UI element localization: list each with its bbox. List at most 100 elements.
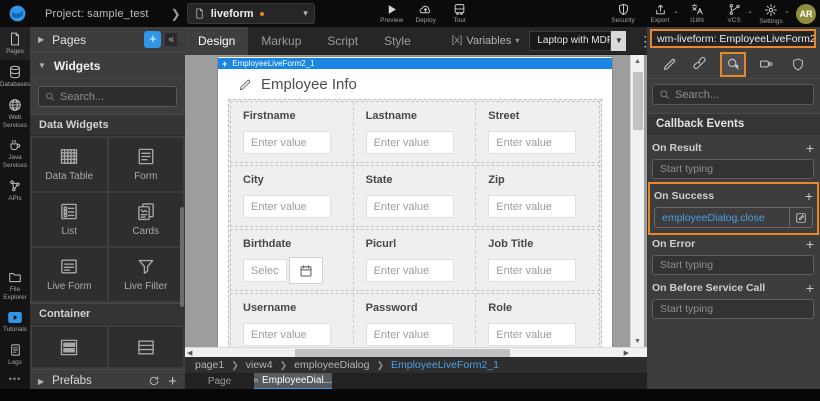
page-selector-dropdown[interactable]: liveform ▾ — [187, 3, 315, 24]
security-button[interactable]: Security — [608, 3, 638, 24]
breadcrumb-page1[interactable]: page1 — [195, 359, 224, 371]
scroll-down-arrow[interactable]: ▼ — [631, 335, 644, 347]
pages-section-row[interactable]: ▶ Pages + « — [30, 27, 185, 53]
form-field-birthdate[interactable]: Birthdate — [231, 230, 354, 290]
add-event-button[interactable]: + — [805, 189, 813, 203]
on-result-input[interactable] — [652, 159, 814, 179]
variables-button[interactable]: [x] Variables ▾ — [452, 35, 520, 47]
form-field-street[interactable]: Street — [476, 102, 599, 162]
field-input[interactable] — [366, 195, 454, 218]
scroll-left-arrow[interactable]: ◀ — [187, 348, 192, 358]
tab-design[interactable]: Design — [185, 27, 248, 55]
form-field-picurl[interactable]: Picurl — [354, 230, 477, 290]
field-input[interactable] — [243, 259, 287, 282]
wavemaker-logo-icon[interactable] — [8, 4, 27, 23]
scrollbar-thumb[interactable] — [295, 349, 510, 357]
user-avatar[interactable]: AR — [796, 4, 816, 24]
styles-tab[interactable] — [688, 52, 714, 77]
move-handle-icon[interactable]: + — [222, 59, 227, 69]
form-field-firstname[interactable]: Firstname — [231, 102, 354, 162]
device-tab[interactable] — [753, 52, 779, 77]
field-input[interactable] — [366, 259, 454, 282]
settings-button[interactable]: ⌄ Settings — [756, 3, 786, 25]
on-success-value[interactable]: employeeDialog.close — [655, 208, 789, 227]
widget-tile-form[interactable]: Form — [109, 138, 184, 191]
form-field-state[interactable]: State — [354, 166, 477, 226]
selected-widget-bar[interactable]: + EmployeeLiveForm2_1 — [218, 58, 612, 69]
breadcrumb-employeedialog[interactable]: employeeDialog — [294, 359, 369, 371]
rail-item-logs[interactable]: Logs — [0, 338, 30, 371]
field-input[interactable] — [488, 323, 576, 346]
security-tab[interactable] — [785, 52, 811, 77]
design-canvas[interactable]: + EmployeeLiveForm2_1 Employee Info Firs… — [185, 55, 647, 347]
scrollbar-thumb[interactable] — [633, 72, 643, 130]
scroll-right-arrow[interactable]: ▶ — [624, 348, 629, 358]
add-event-button[interactable]: + — [806, 237, 814, 251]
rail-item-databases[interactable]: Databases — [0, 60, 30, 93]
widget-tile-layout-grid[interactable] — [32, 327, 107, 367]
form-field-city[interactable]: City — [231, 166, 354, 226]
properties-tab[interactable] — [656, 52, 682, 77]
collapse-panel-button[interactable]: « — [165, 33, 177, 46]
breadcrumb-current[interactable]: EmployeeLiveForm2_1 — [391, 359, 499, 371]
field-input[interactable] — [488, 195, 576, 218]
preview-button[interactable]: Preview — [377, 3, 407, 24]
add-prefab-button[interactable]: + — [168, 373, 177, 390]
tab-page[interactable]: Page — [185, 373, 254, 390]
canvas-vertical-scrollbar[interactable]: ▲ ▼ — [630, 55, 644, 347]
field-input[interactable] — [243, 195, 331, 218]
rail-item-file-explorer[interactable]: File Explorer — [0, 265, 30, 306]
widget-tile-list[interactable]: List — [32, 193, 107, 246]
field-input[interactable] — [488, 131, 576, 154]
inspector-search-input[interactable] — [675, 89, 793, 101]
export-button[interactable]: ⌄ Export — [645, 3, 675, 24]
rail-item-web-services[interactable]: Web Services — [0, 93, 30, 134]
breadcrumb-view4[interactable]: view4 — [246, 359, 273, 371]
widget-tile-live-form[interactable]: Live Form — [32, 248, 107, 301]
panel-scrollbar[interactable] — [180, 207, 184, 307]
refresh-icon[interactable] — [148, 375, 160, 387]
widget-tile-data-table[interactable]: Data Table — [32, 138, 107, 191]
device-selector[interactable]: Laptop with MDPI Screen ▼ — [529, 31, 626, 51]
form-title-row[interactable]: Employee Info — [238, 76, 357, 93]
rail-item-tutorials[interactable]: Tutorials — [0, 306, 30, 338]
canvas-horizontal-scrollbar[interactable]: ◀ ▶ — [185, 347, 647, 357]
widget-tile-cards[interactable]: Cards — [109, 193, 184, 246]
events-tab[interactable] — [720, 52, 746, 77]
widget-search-input[interactable] — [60, 91, 170, 103]
tour-button[interactable]: Tour — [445, 3, 475, 24]
on-before-service-call-input[interactable] — [652, 299, 814, 319]
widget-tile-panel[interactable] — [109, 327, 184, 367]
datepicker-button[interactable] — [289, 257, 323, 284]
field-input[interactable] — [243, 323, 331, 346]
form-field-username[interactable]: Username — [231, 294, 354, 347]
rail-item-pages[interactable]: Pages — [0, 27, 30, 60]
scroll-up-arrow[interactable]: ▲ — [631, 55, 644, 67]
i18n-button[interactable]: I18N — [682, 3, 712, 24]
on-error-input[interactable] — [652, 255, 814, 275]
field-input[interactable] — [243, 131, 331, 154]
add-event-button[interactable]: + — [806, 141, 814, 155]
add-page-button[interactable]: + — [144, 31, 161, 48]
rail-item-apis[interactable]: APIs — [0, 174, 30, 207]
tab-style[interactable]: Style — [371, 27, 424, 55]
form-field-jobtitle[interactable]: Job Title — [476, 230, 599, 290]
vcs-button[interactable]: ⌄ VCS — [719, 3, 749, 24]
edit-event-button[interactable] — [789, 208, 812, 227]
prefabs-section-row[interactable]: ▶ Prefabs + — [30, 369, 185, 389]
tab-script[interactable]: Script — [314, 27, 371, 55]
add-event-button[interactable]: + — [806, 281, 814, 295]
tab-markup[interactable]: Markup — [248, 27, 314, 55]
rail-item-java-services[interactable]: Java Services — [0, 133, 30, 174]
widget-tile-live-filter[interactable]: Live Filter — [109, 248, 184, 301]
form-field-password[interactable]: Password — [354, 294, 477, 347]
form-field-zip[interactable]: Zip — [476, 166, 599, 226]
deploy-button[interactable]: Deploy — [411, 3, 441, 24]
widgets-section-row[interactable]: ▼ Widgets — [30, 53, 185, 79]
form-field-lastname[interactable]: Lastname — [354, 102, 477, 162]
rail-more-button[interactable]: ••• — [0, 374, 30, 384]
field-input[interactable] — [366, 323, 454, 346]
form-field-role[interactable]: Role — [476, 294, 599, 347]
field-input[interactable] — [488, 259, 576, 282]
tab-employee-dialog[interactable]: EmployeeDial... — [254, 373, 332, 390]
